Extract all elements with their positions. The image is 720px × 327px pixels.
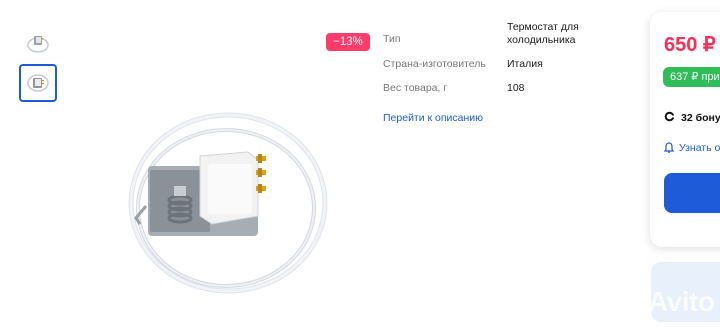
bonus-text: 32 бонус	[681, 111, 720, 124]
go-to-description-link[interactable]: Перейти к описанию	[383, 112, 483, 124]
spec-value-country: Италия	[507, 58, 543, 70]
bell-icon	[663, 142, 675, 154]
product-image	[128, 112, 328, 294]
wallet-price-badge: 637 ₽ при о	[663, 67, 720, 87]
bonus-icon	[664, 111, 675, 125]
thumbnail-2[interactable]	[19, 64, 57, 102]
notify-link[interactable]: Узнать о	[663, 142, 720, 154]
spec-label-country: Страна-изготовитель	[383, 58, 486, 70]
spec-value-weight: 108	[507, 82, 525, 94]
notify-text: Узнать о	[679, 142, 720, 154]
bonus-row: 32 бонус	[664, 111, 720, 125]
thermostat-thumbnail-icon	[27, 36, 49, 53]
avito-watermark-text: Avito	[648, 286, 715, 317]
spec-label-type: Тип	[383, 33, 401, 45]
thermostat-thumbnail-icon	[27, 74, 49, 92]
spec-label-weight: Вес товара, г	[383, 82, 448, 94]
discount-badge: −13%	[326, 33, 370, 51]
thumbnail-1[interactable]	[19, 24, 57, 62]
spec-value-type: Термостат для холодильника	[507, 21, 579, 46]
add-to-cart-button[interactable]	[664, 173, 720, 213]
price: 650 ₽	[664, 34, 716, 56]
